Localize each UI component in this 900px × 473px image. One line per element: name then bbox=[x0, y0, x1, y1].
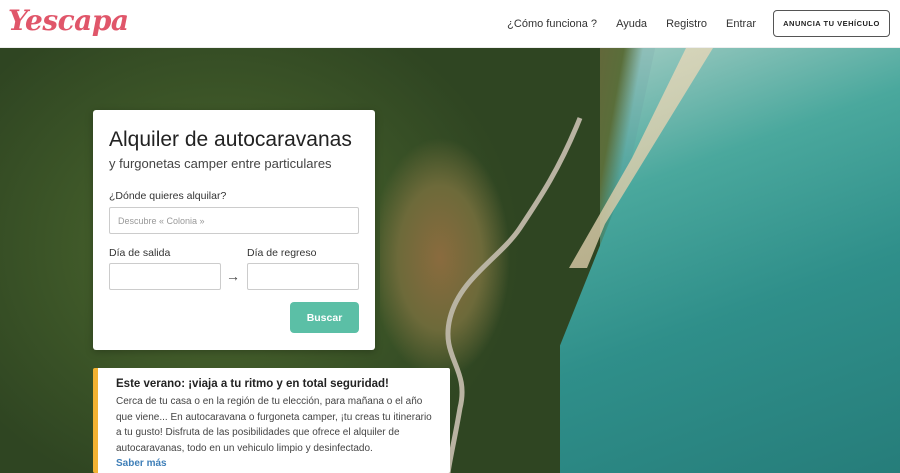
departure-date-input[interactable] bbox=[109, 263, 221, 290]
info-title: Este verano: ¡viaja a tu ritmo y en tota… bbox=[116, 378, 389, 390]
return-date-input[interactable] bbox=[247, 263, 359, 290]
search-title: Alquiler de autocaravanas bbox=[109, 128, 352, 151]
info-card: Este verano: ¡viaja a tu ritmo y en tota… bbox=[93, 368, 450, 473]
top-navbar: Yescapa ¿Cómo funciona ? Ayuda Registro … bbox=[0, 0, 900, 48]
nav-link-how-it-works[interactable]: ¿Cómo funciona ? bbox=[507, 18, 597, 30]
search-subtitle: y furgonetas camper entre particulares bbox=[109, 156, 332, 171]
return-label: Día de regreso bbox=[247, 247, 317, 259]
learn-more-link[interactable]: Saber más bbox=[116, 458, 438, 469]
arrow-right-icon: → bbox=[226, 268, 240, 284]
nav-link-help[interactable]: Ayuda bbox=[616, 18, 647, 30]
yescapa-logo[interactable]: Yescapa bbox=[8, 4, 129, 37]
nav-links: ¿Cómo funciona ? Ayuda Registro Entrar bbox=[488, 0, 756, 48]
search-button[interactable]: Buscar bbox=[290, 302, 359, 333]
where-label: ¿Dónde quieres alquilar? bbox=[109, 190, 227, 202]
search-card: Alquiler de autocaravanas y furgonetas c… bbox=[93, 110, 375, 350]
departure-label: Día de salida bbox=[109, 247, 171, 259]
where-input[interactable]: Descubre « Colonia » bbox=[109, 207, 359, 234]
list-vehicle-button[interactable]: ANUNCIA TU VEHÍCULO bbox=[773, 10, 890, 37]
nav-link-login[interactable]: Entrar bbox=[726, 18, 756, 30]
hero-sea bbox=[560, 48, 900, 473]
info-body: Cerca de tu casa o en la región de tu el… bbox=[116, 396, 432, 454]
nav-link-register[interactable]: Registro bbox=[666, 18, 707, 30]
